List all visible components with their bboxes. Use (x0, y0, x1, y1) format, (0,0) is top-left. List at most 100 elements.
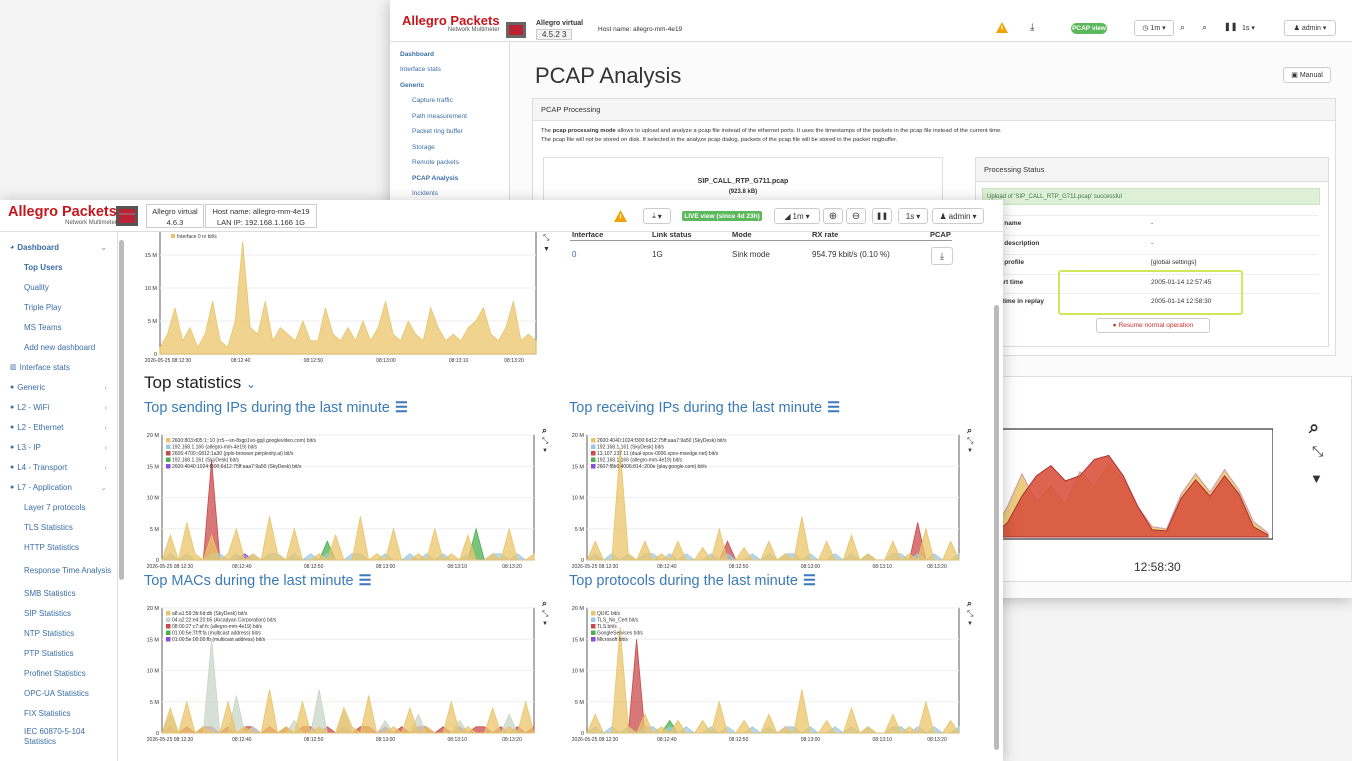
sidebar-item-quality[interactable]: Quality (0, 278, 117, 298)
sidebar-item-add-new-dashboard[interactable]: Add new dashboard (0, 338, 117, 358)
sidebar-item-fix-statistics[interactable]: FIX Statistics (0, 704, 117, 724)
user-icon: ♟ (1293, 25, 1300, 32)
back-interval-select[interactable]: 1s ▾ (1242, 24, 1255, 32)
back-sidebar-item[interactable]: Dashboard (390, 48, 509, 60)
sidebar-item-interface-stats[interactable]: ▥ Interface stats (0, 358, 117, 378)
pause-icon[interactable]: ❚❚ (1224, 22, 1237, 31)
back-sidebar-item[interactable]: Packet ring buffer (390, 126, 509, 138)
back-user-menu[interactable]: ♟ admin ▾ (1284, 20, 1336, 36)
sidebar-item-opc-ua-statistics[interactable]: OPC-UA Statistics (0, 684, 117, 704)
top-chart-0[interactable]: 05 M10 M15 M20 M2026-05-25 08:12:30 08:12… (144, 425, 539, 573)
front-time-range-select[interactable]: ◢ 1m ▾ (774, 208, 820, 224)
back-sidebar-item[interactable]: Path measurement (390, 110, 509, 122)
interface-table-row[interactable]: 0 1G Sink mode 954.79 kbit/s (0.10 %) (572, 250, 972, 259)
zoom-in-icon[interactable]: ⌕ (1180, 22, 1185, 33)
back-sidebar-item[interactable]: Storage (390, 141, 509, 153)
chart-title-0[interactable]: Top sending IPs during the last minute ☰ (144, 400, 408, 416)
sidebar-item-l4-transport[interactable]: ● L4 - Transport ‹ (0, 458, 117, 478)
sidebar-item-dashboard[interactable]: ◕ Dashboard ⌄ (0, 238, 117, 258)
back-logo[interactable]: Allegro Packets Network Multimeter (402, 14, 500, 33)
back-sidebar-item[interactable]: Capture traffic (390, 95, 509, 107)
back-sidebar-item[interactable]: Generic (390, 79, 509, 91)
zoom-out-button[interactable]: ⊖ (846, 208, 866, 224)
upload-success-alert: Upload of 'SIP_CALL_RTP_G711.pcap' succe… (982, 188, 1320, 205)
resume-normal-operation-button[interactable]: ● Resume normal operation (1096, 318, 1210, 333)
manual-button[interactable]: ▣ Manual (1283, 67, 1331, 83)
sidebar-item-ntp-statistics[interactable]: NTP Statistics (0, 624, 117, 644)
chart-title-3[interactable]: Top protocols during the last minute ☰ (569, 573, 816, 589)
sidebar-item-layer-7-protocols[interactable]: Layer 7 protocols (0, 498, 117, 518)
sidebar-item-tls-statistics[interactable]: TLS Statistics (0, 518, 117, 538)
x-tick-label: 08:13:00 (376, 358, 396, 364)
front-user-menu[interactable]: ♟ admin ▾ (932, 208, 984, 224)
x-tick-label: 08:12:40 (657, 737, 677, 743)
search-icon[interactable]: ⌕ (542, 598, 547, 609)
top-chart-2[interactable]: 05 M10 M15 M20 M2026-05-25 08:12:30 08:12… (144, 598, 539, 746)
back-time-range-select[interactable]: ◷ 1m ▾ (1134, 20, 1174, 36)
search-icon[interactable]: ⌕ (1309, 417, 1319, 438)
search-icon[interactable]: ⌕ (967, 425, 972, 436)
compress-icon[interactable]: ⤡ (542, 609, 548, 619)
caret-down-icon[interactable]: ▼ (967, 621, 973, 627)
top-statistics-heading[interactable]: Top statistics ⌄ (144, 373, 256, 393)
top-chart-3[interactable]: 05 M10 M15 M20 M2026-05-25 08:12:30 08:12… (569, 598, 964, 746)
search-icon[interactable]: ⌕ (967, 598, 972, 609)
compress-icon[interactable]: ⤡ (543, 233, 549, 243)
compress-icon[interactable]: ⤡ (542, 436, 548, 446)
sidebar-item-label: Quality (24, 283, 49, 292)
download-menu[interactable]: ⤓ ▾ (643, 208, 671, 224)
sidebar-item-response-time-analysis[interactable]: Response Time Analysis (0, 558, 117, 584)
back-sidebar-item[interactable]: Remote packets (390, 157, 509, 169)
compress-icon[interactable]: ⤡ (1312, 443, 1323, 460)
interface-rx-chart[interactable]: 05 M10 M15 M20 M2026-05-25 08:12:3008:12… (144, 232, 540, 368)
sidebar-item-l2-wifi[interactable]: ● L2 - WiFi ‹ (0, 398, 117, 418)
top-chart-1[interactable]: 05 M10 M15 M20 M2026-05-25 08:12:30 08:12… (569, 425, 964, 573)
caret-down-icon[interactable]: ▼ (542, 448, 548, 454)
compress-icon[interactable]: ⤡ (967, 609, 973, 619)
compress-icon[interactable]: ⤡ (967, 436, 973, 446)
chart-title-1[interactable]: Top receiving IPs during the last minute… (569, 400, 840, 416)
caret-down-icon[interactable]: ▼ (1310, 471, 1323, 486)
circle-icon: ● (1112, 322, 1117, 329)
pause-button[interactable]: ❚❚ (872, 208, 892, 224)
legend-label: 2606:4700::6812:1a30 (pplx-browser.perpl… (172, 451, 294, 457)
front-interval-select[interactable]: 1s ▾ (898, 208, 928, 224)
sidebar-item-ms-teams[interactable]: MS Teams (0, 318, 117, 338)
legend-swatch (591, 630, 596, 635)
warning-icon[interactable] (614, 210, 627, 222)
sidebar-scrollbar[interactable] (119, 240, 124, 580)
pcap-download-button[interactable]: ⤓ (931, 247, 953, 265)
chart-title-2[interactable]: Top MACs during the last minute ☰ (144, 573, 372, 589)
sidebar-item-l3-ip[interactable]: ● L3 - IP ‹ (0, 438, 117, 458)
caret-down-icon[interactable]: ▼ (543, 246, 550, 253)
warning-icon[interactable] (996, 22, 1008, 33)
sidebar-item-smb-statistics[interactable]: SMB Statistics (0, 584, 117, 604)
caret-down-icon[interactable]: ▼ (967, 448, 973, 454)
back-sidebar-item[interactable]: Incidents (390, 188, 509, 200)
processing-status-title: Processing Status (976, 158, 1328, 182)
interface-cell[interactable]: 0 (572, 250, 652, 259)
sidebar-item-iec-60870-5-104-statistics[interactable]: IEC 60870-5-104 Statistics (0, 724, 117, 750)
back-sidebar-item[interactable]: PCAP Analysis (390, 172, 509, 184)
sidebar-item-generic[interactable]: ● Generic ‹ (0, 378, 117, 398)
sidebar-item-http-statistics[interactable]: HTTP Statistics (0, 538, 117, 558)
back-sidebar-item[interactable]: Interface stats (390, 64, 509, 76)
sidebar-item-l7-application[interactable]: ● L7 - Application ⌄ (0, 478, 117, 498)
download-icon[interactable]: ⤓ (1030, 22, 1034, 33)
sidebar-item-ptp-statistics[interactable]: PTP Statistics (0, 644, 117, 664)
search-icon[interactable]: ⌕ (542, 425, 547, 436)
sidebar-item-triple-play[interactable]: Triple Play (0, 298, 117, 318)
sidebar-item-profinet-statistics[interactable]: Profinet Statistics (0, 664, 117, 684)
zoom-in-button[interactable]: ⊕ (823, 208, 843, 224)
caret-down-icon[interactable]: ▼ (542, 621, 548, 627)
zoom-out-icon[interactable]: ⌕ (1202, 22, 1207, 33)
legend-label: 04:a2:22:e4:20:b5 (Arcadyan Corporation)… (172, 618, 277, 624)
x-tick-label: 08:13:20 (927, 564, 947, 570)
main-scrollbar[interactable] (994, 305, 999, 750)
sidebar-item-l2-ethernet[interactable]: ● L2 - Ethernet ‹ (0, 418, 117, 438)
front-logo[interactable]: Allegro Packets Network Multimeter (8, 205, 117, 226)
sidebar-item-top-users[interactable]: Top Users (0, 258, 117, 278)
sidebar-item-sip-statistics[interactable]: SIP Statistics (0, 604, 117, 624)
x-tick-label: 08:12:50 (729, 564, 749, 570)
legend-swatch (166, 451, 171, 456)
